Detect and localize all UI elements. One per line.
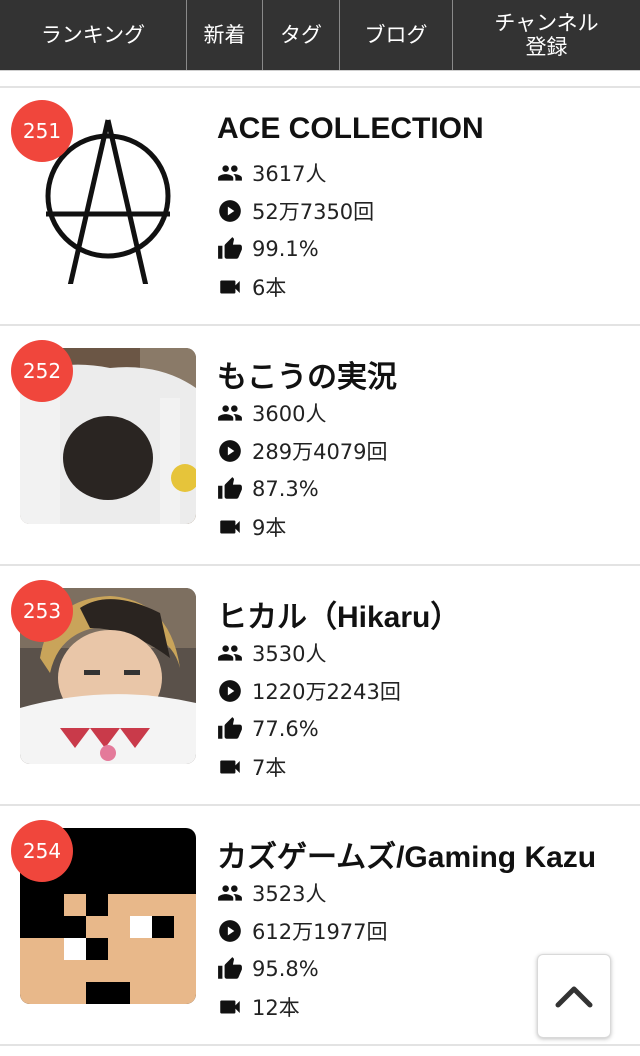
view-count: 1220万2243回 xyxy=(217,676,401,706)
play-circle-icon xyxy=(219,920,241,942)
video-count: 6本 xyxy=(217,272,286,302)
people-icon xyxy=(218,645,242,661)
videocam-icon xyxy=(220,1000,240,1014)
nav-tags[interactable]: タグ xyxy=(262,0,339,70)
rank-badge: 252 xyxy=(11,340,73,402)
play-circle-icon xyxy=(219,440,241,462)
channel-name[interactable]: ヒカル（Hikaru） xyxy=(217,592,460,636)
channel-row[interactable]: 252 もこうの実況 3600人 289万4079回 87.3% 9本 xyxy=(0,328,640,566)
rating: 99.1% xyxy=(217,234,319,264)
nav-channel-register-line2: 登録 xyxy=(525,35,568,59)
view-count: 289万4079回 xyxy=(217,436,388,466)
videocam-icon xyxy=(220,760,240,774)
subscriber-count: 3530人 xyxy=(217,638,326,668)
play-circle-icon xyxy=(219,680,241,702)
subscriber-count: 3523人 xyxy=(217,878,326,908)
subscriber-count: 3617人 xyxy=(217,158,326,188)
channel-row[interactable]: 253 ヒカル（Hikaru） 3530人 1220万2243回 77.6% 7… xyxy=(0,568,640,806)
video-count: 12本 xyxy=(217,992,300,1022)
rank-badge: 254 xyxy=(11,820,73,882)
play-circle-icon xyxy=(219,200,241,222)
videocam-icon xyxy=(220,520,240,534)
rating: 77.6% xyxy=(217,714,319,744)
top-nav: ランキング 新着 タグ ブログ チャンネル 登録 xyxy=(0,0,640,71)
people-icon xyxy=(218,405,242,421)
nav-channel-register-line1: チャンネル xyxy=(494,10,599,35)
nav-blog[interactable]: ブログ xyxy=(339,0,452,70)
thumbs-up-icon xyxy=(218,957,242,979)
thumbs-up-icon xyxy=(218,717,242,739)
video-count: 9本 xyxy=(217,512,286,542)
rating: 95.8% xyxy=(217,954,319,984)
people-icon xyxy=(218,885,242,901)
nav-new[interactable]: 新着 xyxy=(186,0,262,70)
rating: 87.3% xyxy=(217,474,319,504)
view-count: 52万7350回 xyxy=(217,196,374,226)
nav-ranking[interactable]: ランキング xyxy=(0,0,186,70)
scroll-to-top-button[interactable] xyxy=(537,954,611,1038)
subscriber-count: 3600人 xyxy=(217,398,326,428)
channel-name[interactable]: ACE COLLECTION xyxy=(217,112,484,146)
channel-row[interactable]: 251 ACE COLLECTION 3617人 52万7350回 99.1% … xyxy=(0,88,640,326)
video-count: 7本 xyxy=(217,752,286,782)
channel-name[interactable]: もこうの実況 xyxy=(217,352,397,396)
nav-channel-register[interactable]: チャンネル 登録 xyxy=(452,0,640,70)
rank-badge: 253 xyxy=(11,580,73,642)
thumbs-up-icon xyxy=(218,477,242,499)
people-icon xyxy=(218,165,242,181)
chevron-up-icon xyxy=(555,986,593,1008)
view-count: 612万1977回 xyxy=(217,916,388,946)
channel-name[interactable]: カズゲームズ/Gaming Kazu xyxy=(217,832,596,876)
thumbs-up-icon xyxy=(218,237,242,259)
rank-badge: 251 xyxy=(11,100,73,162)
videocam-icon xyxy=(220,280,240,294)
